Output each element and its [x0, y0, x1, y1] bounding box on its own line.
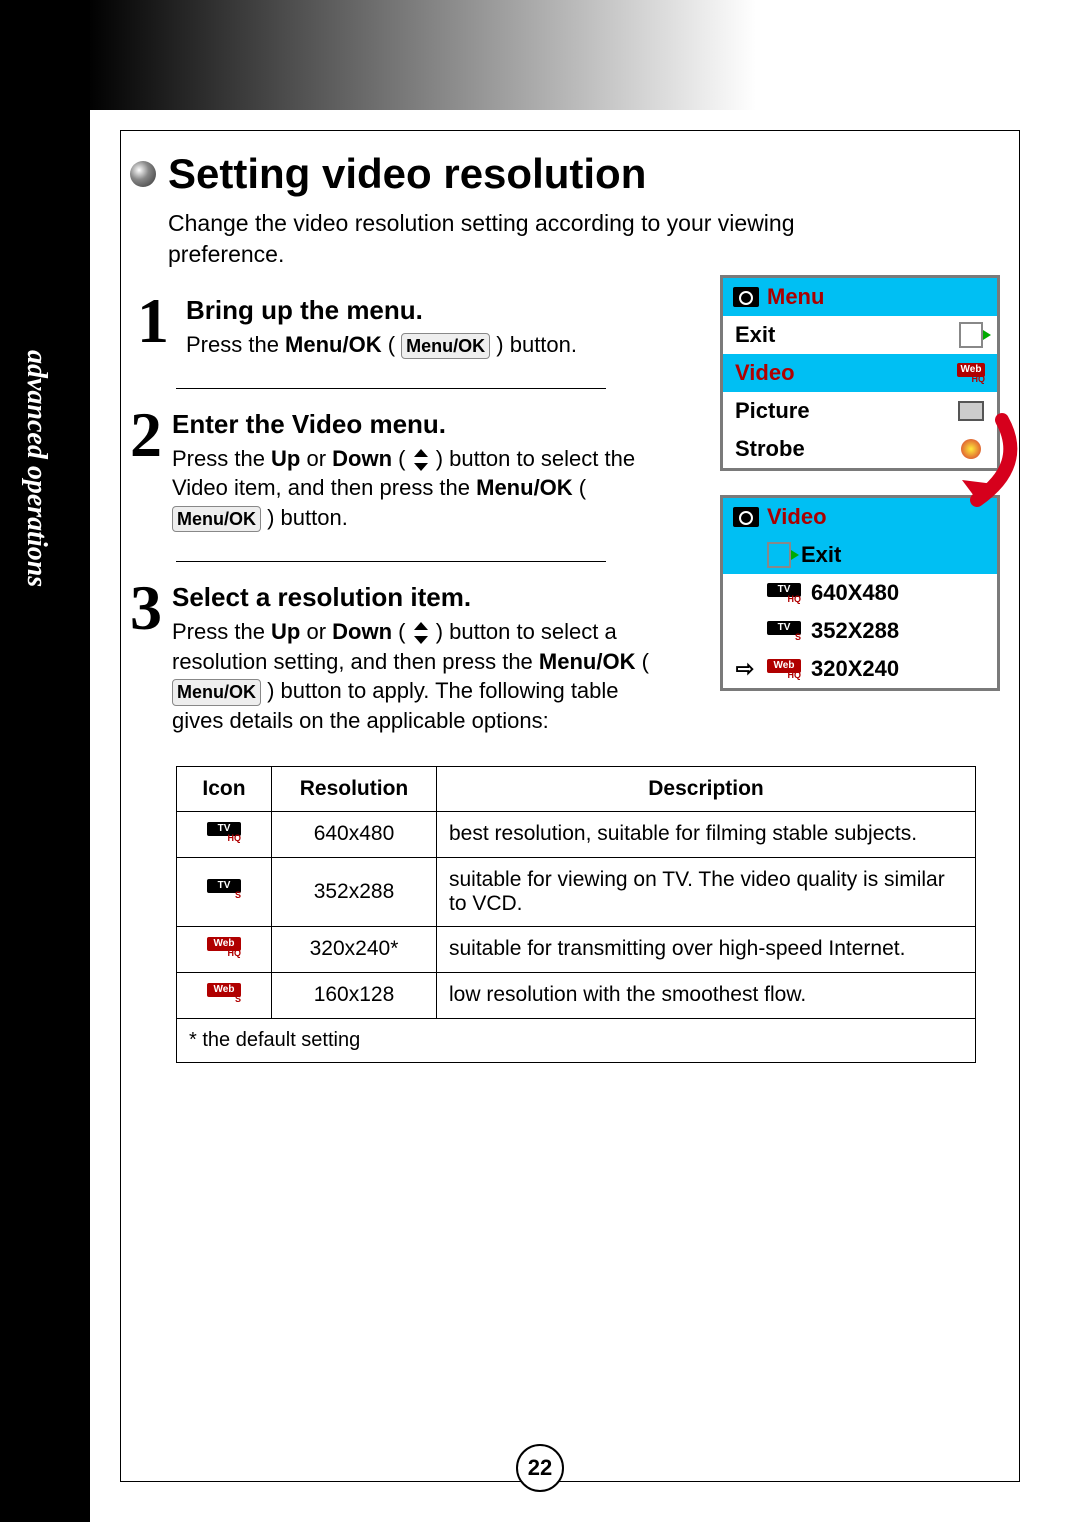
- cell-description: best resolution, suitable for filming st…: [437, 811, 976, 857]
- cell-resolution: 160x128: [272, 972, 437, 1018]
- menu-item-label: Picture: [735, 398, 810, 424]
- menu-item-video[interactable]: Video WebHQ: [723, 354, 997, 392]
- camera-icon: [733, 287, 759, 307]
- th-description: Description: [437, 766, 976, 811]
- step-number: 2: [130, 409, 162, 533]
- cell-icon: WebS: [177, 972, 272, 1018]
- step-description: Press the Menu/OK ( Menu/OK ) button.: [186, 330, 577, 360]
- video-menu-item-640x480[interactable]: TVHQ 640X480: [723, 574, 997, 612]
- cell-description: suitable for transmitting over high-spee…: [437, 926, 976, 972]
- selection-arrow-icon: ⇨: [733, 656, 757, 682]
- left-sidebar: advanced operations: [0, 0, 90, 1522]
- step-description: Press the Up or Down ( ) button to selec…: [172, 444, 670, 533]
- tv-hq-icon: TVHQ: [767, 583, 801, 604]
- exit-icon: [959, 322, 983, 348]
- step: 3 Select a resolution item. Press the Up o…: [130, 582, 670, 736]
- table-footnote: * the default setting: [177, 1018, 976, 1062]
- step-divider: [176, 388, 606, 389]
- tv-s-icon: TVS: [767, 621, 801, 642]
- title-bullet-icon: [130, 161, 156, 187]
- cell-icon: TVHQ: [177, 811, 272, 857]
- step: 1 Bring up the menu. Press the Menu/OK ( M…: [130, 295, 670, 360]
- red-arrow-icon: [932, 410, 1022, 520]
- video-menu-item-352x288[interactable]: TVS 352X288: [723, 612, 997, 650]
- step-divider: [176, 561, 606, 562]
- step: 2 Enter the Video menu. Press the Up or Do…: [130, 409, 670, 533]
- step-number: 3: [130, 582, 162, 736]
- up-down-icon: [412, 622, 430, 644]
- web-hq-icon: WebHQ: [957, 363, 985, 384]
- table-row: WebS 160x128low resolution with the smoot…: [177, 972, 976, 1018]
- table-row: TVHQ 640x480best resolution, suitable for…: [177, 811, 976, 857]
- th-resolution: Resolution: [272, 766, 437, 811]
- video-menu-header-label: Video: [767, 504, 827, 530]
- page-number: 22: [516, 1444, 564, 1492]
- up-down-icon: [412, 449, 430, 471]
- video-menu-item-label: 640X480: [811, 580, 899, 606]
- header-gradient: [0, 0, 1080, 110]
- page-title: Setting video resolution: [168, 150, 646, 198]
- menu-ok-badge: Menu/OK: [172, 506, 261, 532]
- menu-item-label: Exit: [735, 322, 775, 348]
- step-description: Press the Up or Down ( ) button to selec…: [172, 617, 670, 736]
- cell-description: suitable for viewing on TV. The video qu…: [437, 857, 976, 926]
- video-menu-item-exit[interactable]: Exit: [723, 536, 997, 574]
- resolution-table: Icon Resolution Description TVHQ 640x480b…: [176, 766, 976, 1063]
- menu-ok-badge: Menu/OK: [401, 333, 490, 359]
- table-row: TVS 352x288suitable for viewing on TV. Th…: [177, 857, 976, 926]
- th-icon: Icon: [177, 766, 272, 811]
- video-menu-item-label: Exit: [801, 542, 841, 568]
- web-hq-icon: WebHQ: [767, 659, 801, 680]
- cell-icon: TVS: [177, 857, 272, 926]
- web-hq-icon: WebHQ: [207, 937, 241, 958]
- menu-item-label: Strobe: [735, 436, 805, 462]
- video-menu-item-label: 352X288: [811, 618, 899, 644]
- video-menu-box: Video ExitTVHQ 640X480 TVS 352X288 ⇨ WebHQ 320…: [720, 495, 1000, 691]
- cell-resolution: 352x288: [272, 857, 437, 926]
- menu-header: Menu: [723, 278, 997, 316]
- step-title: Enter the Video menu.: [172, 409, 670, 440]
- intro-text: Change the video resolution setting acco…: [168, 208, 908, 270]
- cell-description: low resolution with the smoothest flow.: [437, 972, 976, 1018]
- camera-icon: [733, 507, 759, 527]
- menu-item-exit[interactable]: Exit: [723, 316, 997, 354]
- step-title: Select a resolution item.: [172, 582, 670, 613]
- tv-hq-icon: TVHQ: [207, 822, 241, 843]
- section-label: advanced operations: [20, 350, 52, 587]
- menu-header-label: Menu: [767, 284, 824, 310]
- step-title: Bring up the menu.: [186, 295, 577, 326]
- menu-item-label: Video: [735, 360, 795, 386]
- exit-icon: [767, 542, 791, 568]
- video-menu-item-label: 320X240: [811, 656, 899, 682]
- web-s-icon: WebS: [207, 983, 241, 1004]
- step-number: 1: [130, 295, 176, 360]
- video-menu-item-320x240[interactable]: ⇨ WebHQ 320X240: [723, 650, 997, 688]
- menu-ok-badge: Menu/OK: [172, 679, 261, 705]
- table-row: WebHQ 320x240*suitable for transmitting o…: [177, 926, 976, 972]
- cell-icon: WebHQ: [177, 926, 272, 972]
- cell-resolution: 320x240*: [272, 926, 437, 972]
- tv-s-icon: TVS: [207, 879, 241, 900]
- cell-resolution: 640x480: [272, 811, 437, 857]
